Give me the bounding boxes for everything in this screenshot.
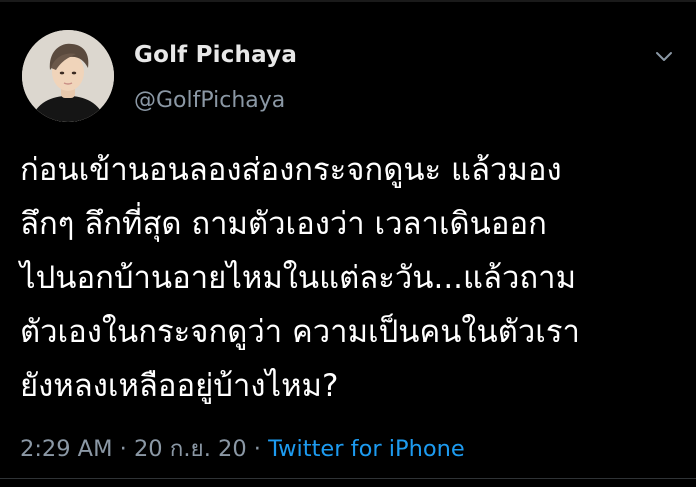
tweet-text: ก่อนเข้านอนลองส่องกระจกดูนะ แล้วมอง ลึกๆ… (20, 143, 690, 413)
tweet-source-link[interactable]: Twitter for iPhone (268, 436, 465, 462)
tweet-time[interactable]: 2:29 AM (20, 436, 112, 462)
chevron-down-icon[interactable] (654, 50, 674, 64)
author-display-name[interactable]: Golf Pichaya (134, 42, 297, 68)
author-handle[interactable]: @GolfPichaya (134, 88, 285, 113)
tweet-text-line: ไปนอกบ้านอายไหมในแต่ละวัน...แล้วถาม (20, 260, 577, 296)
avatar[interactable] (22, 30, 114, 122)
meta-separator: · (112, 436, 134, 462)
tweet-text-line: ลึกๆ ลึกที่สุด ถามตัวเองว่า เวลาเดินออก (20, 206, 547, 242)
profile-photo-icon (22, 30, 114, 122)
tweet-card: Golf Pichaya @GolfPichaya ก่อนเข้านอนลอง… (0, 0, 696, 487)
meta-separator: · (246, 436, 269, 462)
tweet-text-line: ก่อนเข้านอนลองส่องกระจกดูนะ แล้วมอง (20, 152, 562, 188)
tweet-text-line: ยังหลงเหลืออยู่บ้างไหม? (20, 368, 339, 404)
tweet-date[interactable]: 20 ก.ย. 20 (134, 436, 247, 462)
bottom-divider (0, 478, 696, 479)
tweet-text-line: ตัวเองในกระจกดูว่า ความเป็นคนในตัวเรา (20, 314, 580, 350)
tweet-meta: 2:29 AM · 20 ก.ย. 20 · Twitter for iPhon… (20, 430, 465, 466)
